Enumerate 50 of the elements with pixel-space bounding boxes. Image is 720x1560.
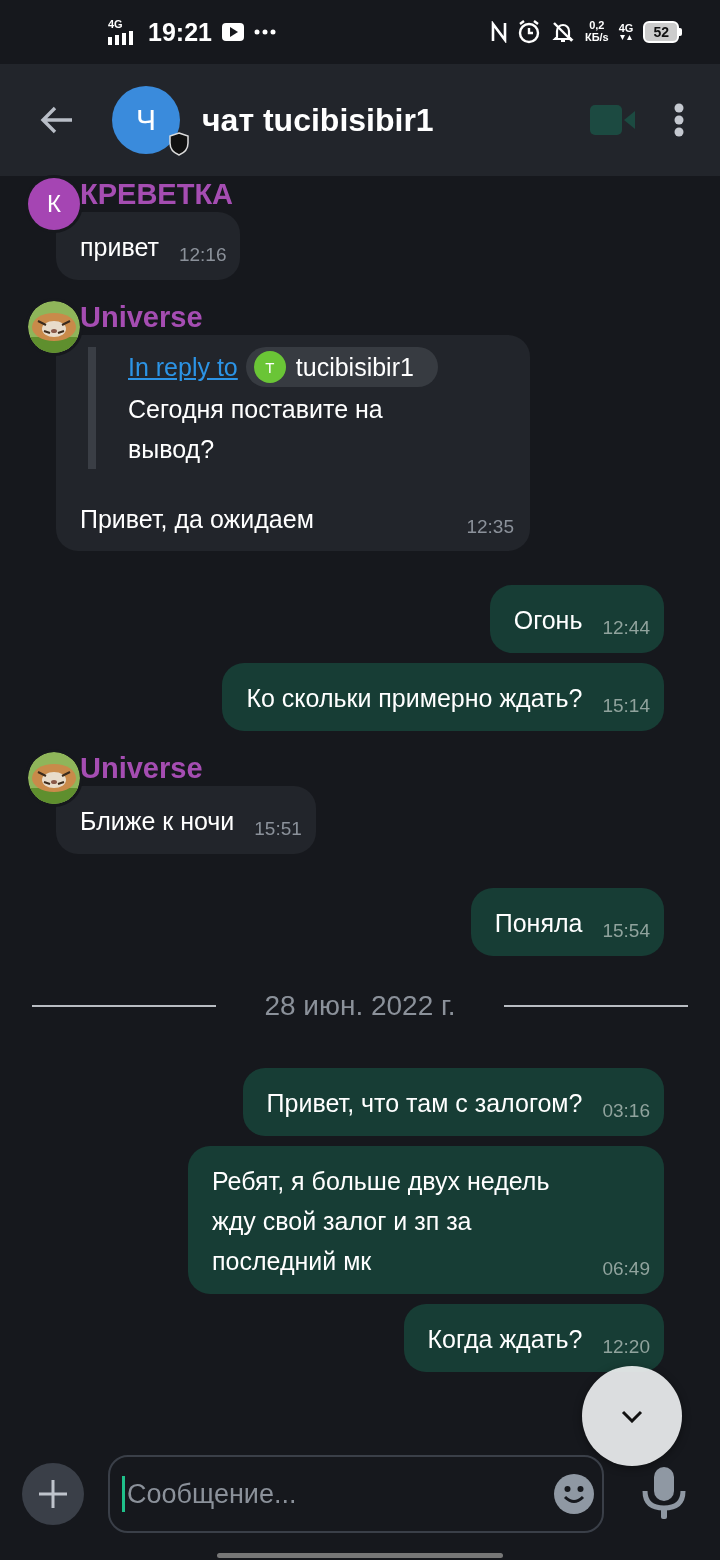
date-divider: 28 июн. 2022 г. [264,990,456,1022]
message-time: 12:16 [178,243,227,267]
back-arrow-icon [40,106,74,134]
reply-link[interactable]: In reply to [128,352,238,382]
message-time: 12:20 [602,1335,650,1359]
network-label: 4G [108,19,123,31]
alarm-icon [516,20,541,44]
message-text: Привет, да ожидаем [80,504,314,535]
sender-name: КРЕВЕТКА [80,177,234,211]
quoted-text: Сегодня поставите на вывод? [128,394,384,465]
message-time: 12:35 [466,515,514,539]
chat-avatar: Ч [112,86,180,154]
text-cursor [122,1476,125,1512]
chevron-down-icon [621,1409,643,1423]
message-time: 15:51 [254,817,302,841]
shield-icon [168,132,190,156]
sender-avatar: К [28,178,80,230]
speed-value: 0,2 [589,20,605,32]
message-time: 12:44 [602,616,650,640]
message-time: 15:14 [602,694,650,718]
sender-name: Universe [80,751,203,785]
more-options-icon [674,103,684,137]
bell-off-icon [550,20,575,44]
message-time: 06:49 [602,1257,650,1281]
message-text: Ко скольки примерно ждать? [246,683,583,714]
message-text: Когда ждать? [427,1324,583,1355]
data-arrows-icon [619,34,634,42]
message-field[interactable]: Сообщение... [108,1455,604,1533]
network-label: 4G [618,22,634,35]
more-icon [253,29,276,35]
battery-icon: 52 [643,21,682,43]
video-camera-icon [590,105,636,135]
message-text: Ребят, я больше двух недель жду свой залог и зп за последний мк [212,1166,551,1277]
plus-icon [38,1479,68,1509]
message-time: 03:16 [602,1099,650,1123]
message-text: Ближе к ночи [80,806,235,837]
speed-unit: КБ/s [584,32,609,44]
message-text: привет [80,232,159,263]
message-text: Поняла [494,908,583,939]
user-chip[interactable]: T tucibisibir1 [245,347,438,387]
emoji-icon [554,1474,594,1514]
message-time: 15:54 [602,919,650,943]
message-text: Привет, что там с залогом? [266,1088,583,1119]
sender-name: Universe [80,300,203,334]
clock: 19:21 [148,17,212,47]
chat-title: чат tucibisibir1 [202,101,435,139]
microphone-icon [642,1467,686,1521]
play-icon [221,23,244,41]
message-text: Огонь [513,605,583,636]
nfc-icon [490,21,507,43]
